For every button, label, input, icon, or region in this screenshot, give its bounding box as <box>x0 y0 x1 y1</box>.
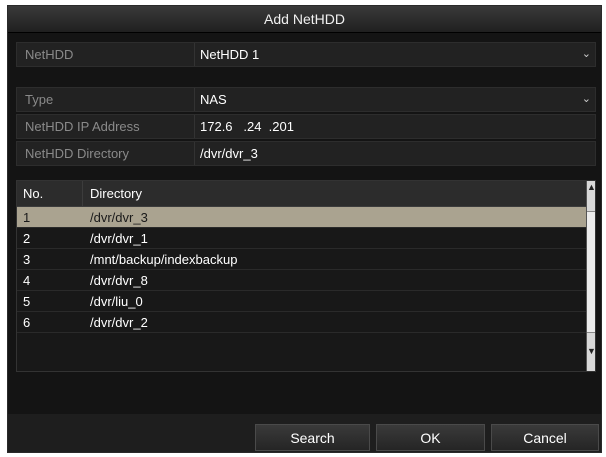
header-no: No. <box>23 186 44 201</box>
search-button[interactable]: Search <box>255 424 370 451</box>
add-nethdd-dialog: Add NetHDD NetHDD NetHDD 1 ⌄ Type NAS ⌄ … <box>7 5 602 453</box>
row-directory: /dvr/liu_0 <box>90 294 143 309</box>
directory-label: NetHDD Directory <box>17 142 195 165</box>
ip-address-row: NetHDD IP Address 172.6 .24 .201 <box>16 114 596 139</box>
table-row[interactable]: 1 /dvr/dvr_3 <box>17 207 588 228</box>
dialog-titlebar: Add NetHDD <box>8 6 601 33</box>
table-row[interactable]: 2 /dvr/dvr_1 <box>17 228 588 249</box>
table-row[interactable]: 6 /dvr/dvr_2 <box>17 312 588 333</box>
header-directory: Directory <box>90 186 143 201</box>
scroll-down-icon[interactable]: ▼ <box>587 345 596 357</box>
row-no: 5 <box>23 294 31 309</box>
chevron-down-icon[interactable]: ⌄ <box>582 88 591 111</box>
directory-table: No. Directory 1 /dvr/dvr_3 2 /dvr/dvr_1 … <box>16 180 596 372</box>
row-directory: /dvr/dvr_3 <box>90 210 148 225</box>
type-select[interactable]: Type NAS ⌄ <box>16 87 596 112</box>
row-no: 4 <box>23 273 31 288</box>
row-no: 3 <box>23 252 31 267</box>
table-header: No. Directory <box>17 181 588 207</box>
type-label: Type <box>17 88 195 111</box>
table-rows: 1 /dvr/dvr_3 2 /dvr/dvr_1 3 /mnt/backup/… <box>17 207 588 333</box>
table-row[interactable]: 4 /dvr/dvr_8 <box>17 270 588 291</box>
cancel-button[interactable]: Cancel <box>491 424 599 451</box>
table-row[interactable]: 3 /mnt/backup/indexbackup <box>17 249 588 270</box>
dialog-footer: Search OK Cancel <box>8 414 601 452</box>
scroll-up-icon[interactable]: ▲ <box>587 181 596 193</box>
row-directory: /dvr/dvr_2 <box>90 315 148 330</box>
chevron-down-icon[interactable]: ⌄ <box>582 43 591 66</box>
ip-address-input[interactable]: 172.6 .24 .201 <box>196 115 595 138</box>
directory-input[interactable]: /dvr/dvr_3 <box>196 142 595 165</box>
nethdd-value[interactable]: NetHDD 1 <box>196 43 595 66</box>
nethdd-select[interactable]: NetHDD NetHDD 1 ⌄ <box>16 42 596 67</box>
row-no: 1 <box>23 210 31 225</box>
row-directory: /dvr/dvr_1 <box>90 231 148 246</box>
nethdd-label: NetHDD <box>17 43 195 66</box>
row-no: 2 <box>23 231 31 246</box>
table-scrollbar[interactable]: ▲ ▼ <box>586 181 596 371</box>
row-directory: /dvr/dvr_8 <box>90 273 148 288</box>
table-row[interactable]: 5 /dvr/liu_0 <box>17 291 588 312</box>
type-value[interactable]: NAS <box>196 88 595 111</box>
scrollbar-thumb[interactable] <box>587 211 595 333</box>
ip-address-label: NetHDD IP Address <box>17 115 195 138</box>
column-divider <box>82 181 83 206</box>
row-no: 6 <box>23 315 31 330</box>
row-directory: /mnt/backup/indexbackup <box>90 252 238 267</box>
directory-row: NetHDD Directory /dvr/dvr_3 <box>16 141 596 166</box>
dialog-title: Add NetHDD <box>264 11 345 27</box>
ok-button[interactable]: OK <box>376 424 485 451</box>
